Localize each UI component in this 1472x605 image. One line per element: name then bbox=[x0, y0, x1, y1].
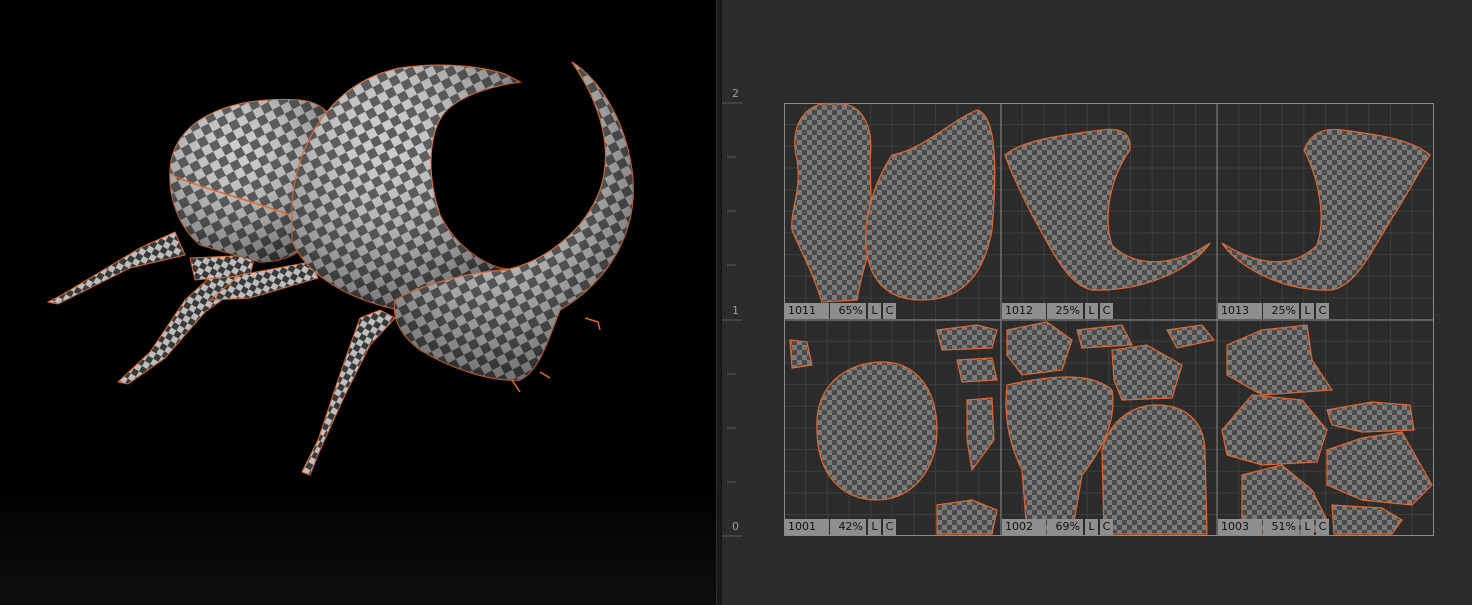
tile-lock-button[interactable]: L bbox=[868, 303, 881, 319]
tile-label-1012: 1012 25% L C bbox=[1002, 303, 1113, 319]
tile-center-button[interactable]: C bbox=[1316, 519, 1329, 535]
tile-center-button[interactable]: C bbox=[1100, 303, 1113, 319]
tile-udim: 1012 bbox=[1002, 303, 1046, 319]
tile-coverage: 25% bbox=[1263, 303, 1299, 319]
tile-label-1013: 1013 25% L C bbox=[1218, 303, 1329, 319]
tile-lock-button[interactable]: L bbox=[1301, 519, 1314, 535]
tile-coverage: 65% bbox=[830, 303, 866, 319]
tile-center-button[interactable]: C bbox=[883, 519, 896, 535]
tile-lock-button[interactable]: L bbox=[1085, 519, 1098, 535]
tile-coverage: 51% bbox=[1263, 519, 1299, 535]
tile-udim: 1011 bbox=[785, 303, 829, 319]
3d-viewport[interactable] bbox=[0, 0, 716, 605]
tile-lock-button[interactable]: L bbox=[1301, 303, 1314, 319]
tile-label-1011: 1011 65% L C bbox=[785, 303, 896, 319]
tile-udim: 1003 bbox=[1218, 519, 1262, 535]
tile-label-1003: 1003 51% L C bbox=[1218, 519, 1329, 535]
tile-label-1002: 1002 69% L C bbox=[1002, 519, 1113, 535]
tile-coverage: 25% bbox=[1047, 303, 1083, 319]
beetle-model[interactable] bbox=[0, 0, 716, 605]
tile-center-button[interactable]: C bbox=[1316, 303, 1329, 319]
tile-coverage: 69% bbox=[1047, 519, 1083, 535]
tile-coverage: 42% bbox=[830, 519, 866, 535]
leg-right-front bbox=[301, 309, 396, 476]
tile-lock-button[interactable]: L bbox=[868, 519, 881, 535]
tile-lock-button[interactable]: L bbox=[1085, 303, 1098, 319]
tile-udim: 1002 bbox=[1002, 519, 1046, 535]
uv-editor-panel[interactable]: 2 1 0 1011 65% L C 1012 25% L C 1013 25%… bbox=[722, 0, 1472, 605]
tile-center-button[interactable]: C bbox=[1100, 519, 1113, 535]
tile-udim: 1001 bbox=[785, 519, 829, 535]
leg-left-mid bbox=[116, 254, 256, 385]
tile-label-1001: 1001 42% L C bbox=[785, 519, 896, 535]
tile-center-button[interactable]: C bbox=[883, 303, 896, 319]
tile-udim: 1013 bbox=[1218, 303, 1262, 319]
leg-left-rear bbox=[46, 231, 186, 305]
